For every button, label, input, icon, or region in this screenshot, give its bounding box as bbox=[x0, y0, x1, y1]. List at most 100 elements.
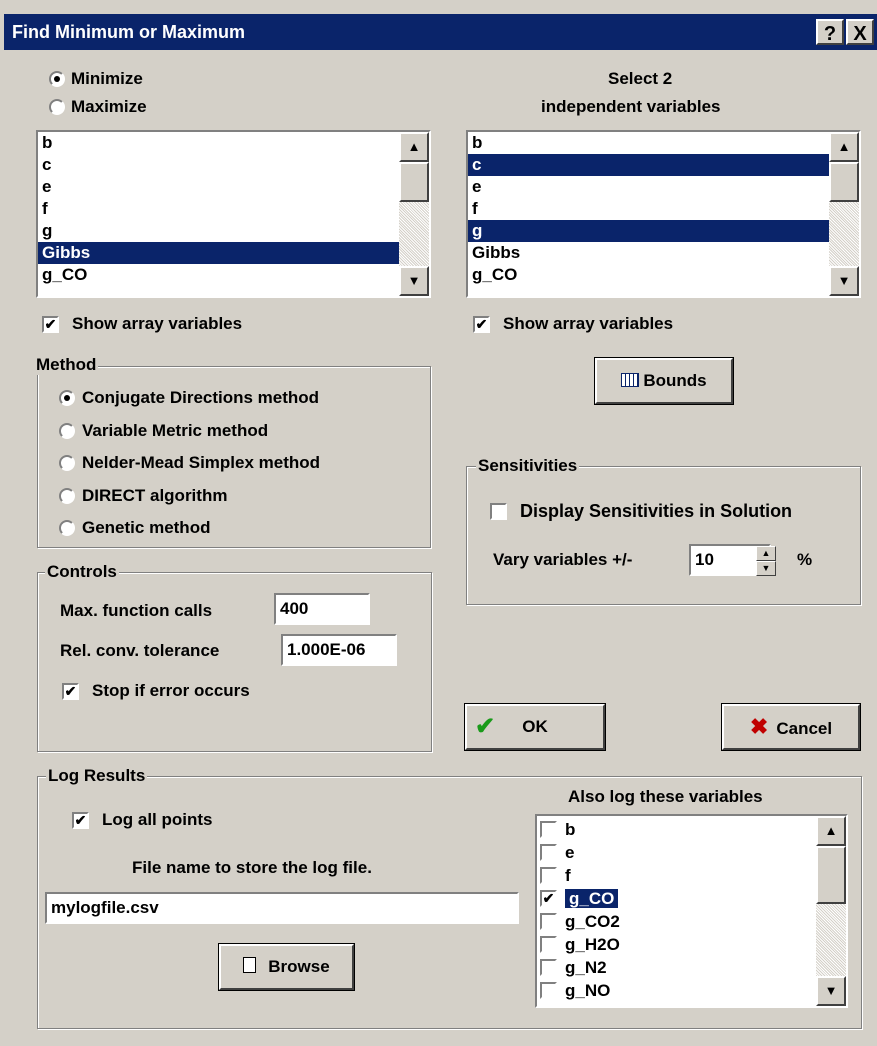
browse-button[interactable]: Browse bbox=[218, 943, 355, 991]
method-option-label[interactable]: Conjugate Directions method bbox=[82, 388, 319, 408]
minimize-radio[interactable] bbox=[49, 71, 65, 87]
log-variable-label: f bbox=[565, 866, 571, 885]
scroll-up-icon[interactable]: ▲ bbox=[399, 132, 429, 162]
document-icon bbox=[243, 957, 257, 973]
bounds-label: Bounds bbox=[643, 371, 707, 390]
display-sensitivities-checkbox[interactable] bbox=[490, 503, 507, 520]
stop-error-label[interactable]: Stop if error occurs bbox=[92, 681, 250, 701]
tolerance-label: Rel. conv. tolerance bbox=[60, 641, 220, 660]
log-variables-list[interactable]: b e f ✔ g_CO g_CO2 g_H2O g_N2 g_NO ▲ ▼ bbox=[535, 814, 848, 1008]
list-item[interactable]: b bbox=[38, 132, 399, 154]
log-list-scrollbar[interactable]: ▲ ▼ bbox=[816, 816, 846, 1006]
log-variable-label: g_NO bbox=[565, 981, 611, 1000]
tolerance-input[interactable]: 1.000E-06 bbox=[281, 634, 397, 666]
log-variable-checkbox[interactable] bbox=[540, 913, 557, 930]
left-show-array-checkbox[interactable]: ✔ bbox=[42, 316, 59, 333]
log-variable-checkbox[interactable] bbox=[540, 821, 557, 838]
list-item[interactable]: e bbox=[38, 176, 399, 198]
spin-up-icon[interactable]: ▲ bbox=[756, 546, 776, 561]
log-variable-item[interactable]: g_NO bbox=[537, 979, 846, 1002]
list-item[interactable]: g bbox=[38, 220, 399, 242]
list-item[interactable]: b bbox=[468, 132, 829, 154]
ok-label: OK bbox=[522, 717, 548, 736]
log-variable-checkbox[interactable] bbox=[540, 982, 557, 999]
method-radio[interactable] bbox=[59, 422, 75, 439]
also-log-heading: Also log these variables bbox=[568, 787, 763, 806]
log-variable-checkbox[interactable] bbox=[540, 936, 557, 953]
help-button[interactable]: ? bbox=[816, 19, 844, 45]
log-list-rows: b e f ✔ g_CO g_CO2 g_H2O g_N2 g_NO bbox=[537, 816, 846, 1002]
method-radio[interactable] bbox=[59, 520, 75, 536]
left-show-array-label[interactable]: Show array variables bbox=[72, 314, 242, 334]
method-radio[interactable] bbox=[59, 390, 75, 406]
list-item[interactable]: f bbox=[38, 198, 399, 220]
method-radio[interactable] bbox=[59, 455, 75, 471]
scroll-up-icon[interactable]: ▲ bbox=[829, 132, 859, 162]
ok-check-icon: ✔ bbox=[475, 713, 496, 740]
display-sensitivities-label[interactable]: Display Sensitivities in Solution bbox=[520, 501, 792, 522]
method-option-label[interactable]: Genetic method bbox=[82, 518, 210, 538]
ok-button[interactable]: ✔ OK bbox=[464, 703, 606, 751]
right-show-array-label[interactable]: Show array variables bbox=[503, 314, 673, 334]
log-variable-item[interactable]: g_H2O bbox=[537, 933, 846, 956]
right-variable-list[interactable]: b c e f g Gibbs g_CO ▲ ▼ bbox=[466, 130, 861, 298]
left-list-scrollbar[interactable]: ▲ ▼ bbox=[399, 132, 429, 296]
window-title: Find Minimum or Maximum bbox=[12, 22, 246, 42]
spin-down-icon[interactable]: ▼ bbox=[756, 561, 776, 576]
log-file-input[interactable]: mylogfile.csv bbox=[45, 892, 519, 924]
list-item[interactable]: g bbox=[468, 220, 829, 242]
minimize-label[interactable]: Minimize bbox=[71, 69, 143, 89]
log-file-value: mylogfile.csv bbox=[51, 898, 159, 917]
scroll-down-icon[interactable]: ▼ bbox=[829, 266, 859, 296]
list-item[interactable]: Gibbs bbox=[38, 242, 399, 264]
log-variable-checkbox[interactable] bbox=[540, 844, 557, 861]
list-item[interactable]: c bbox=[468, 154, 829, 176]
close-button[interactable]: X bbox=[846, 19, 874, 45]
list-item[interactable]: c bbox=[38, 154, 399, 176]
log-all-checkbox[interactable]: ✔ bbox=[72, 812, 89, 829]
vary-variables-label: Vary variables +/- bbox=[493, 550, 633, 569]
list-item[interactable]: f bbox=[468, 198, 829, 220]
stop-error-checkbox[interactable]: ✔ bbox=[62, 683, 79, 700]
log-variable-item[interactable]: f bbox=[537, 864, 846, 887]
method-option-label[interactable]: DIRECT algorithm bbox=[82, 486, 227, 506]
list-item[interactable]: e bbox=[468, 176, 829, 198]
log-variable-checkbox[interactable] bbox=[540, 959, 557, 976]
scroll-thumb[interactable] bbox=[829, 162, 859, 202]
right-list-scrollbar[interactable]: ▲ ▼ bbox=[829, 132, 859, 296]
maximize-radio[interactable] bbox=[49, 99, 65, 115]
list-item[interactable]: g_CO bbox=[38, 264, 399, 286]
scroll-up-icon[interactable]: ▲ bbox=[816, 816, 846, 846]
log-variable-item[interactable]: g_N2 bbox=[537, 956, 846, 979]
log-variable-checkbox[interactable]: ✔ bbox=[540, 890, 557, 907]
method-option-label[interactable]: Nelder-Mead Simplex method bbox=[82, 453, 320, 473]
left-variable-list[interactable]: b c e f g Gibbs g_CO ▲ ▼ bbox=[36, 130, 431, 298]
log-variable-item[interactable]: g_CO2 bbox=[537, 910, 846, 933]
scroll-down-icon[interactable]: ▼ bbox=[816, 976, 846, 1006]
scroll-down-icon[interactable]: ▼ bbox=[399, 266, 429, 296]
log-results-group-label: Log Results bbox=[46, 766, 148, 786]
cancel-button[interactable]: ✖ Cancel bbox=[721, 703, 861, 751]
log-variable-item[interactable]: e bbox=[537, 841, 846, 864]
cancel-label: Cancel bbox=[776, 719, 833, 738]
vary-variables-value: 10 bbox=[695, 550, 714, 569]
log-variable-label: g_H2O bbox=[565, 935, 620, 954]
log-variable-item[interactable]: ✔ g_CO bbox=[537, 887, 846, 910]
list-item[interactable]: Gibbs bbox=[468, 242, 829, 264]
scroll-thumb[interactable] bbox=[399, 162, 429, 202]
list-item[interactable]: g_CO bbox=[468, 264, 829, 286]
bounds-button[interactable]: Bounds bbox=[594, 357, 734, 405]
table-icon bbox=[621, 373, 640, 387]
log-variable-checkbox[interactable] bbox=[540, 867, 557, 884]
method-option-label[interactable]: Variable Metric method bbox=[82, 421, 268, 441]
method-radio[interactable] bbox=[59, 487, 75, 504]
log-variable-label: g_CO bbox=[565, 889, 619, 908]
select-heading-line2: independent variables bbox=[541, 97, 721, 116]
max-calls-input[interactable]: 400 bbox=[274, 593, 370, 625]
scroll-thumb[interactable] bbox=[816, 846, 846, 904]
log-all-label[interactable]: Log all points bbox=[102, 810, 213, 830]
log-variable-item[interactable]: b bbox=[537, 818, 846, 841]
maximize-label[interactable]: Maximize bbox=[71, 97, 147, 117]
right-show-array-checkbox[interactable]: ✔ bbox=[473, 316, 490, 333]
log-variable-label: g_N2 bbox=[565, 958, 607, 977]
